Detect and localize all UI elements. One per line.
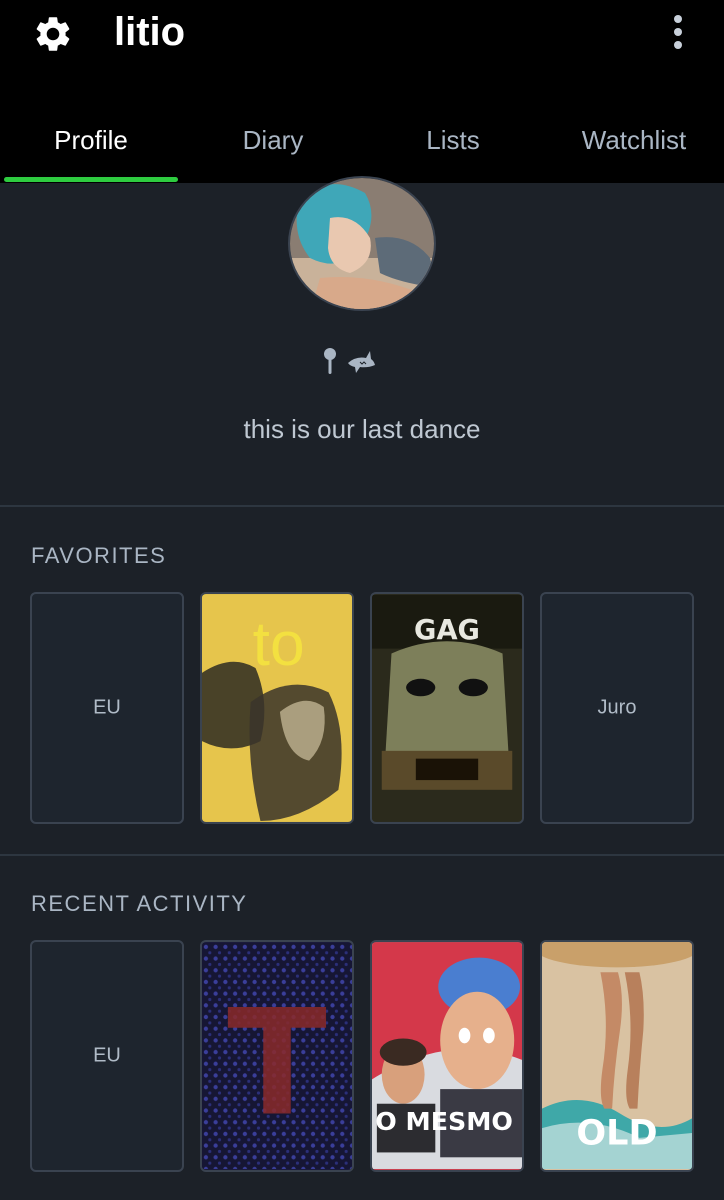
shark-icon (348, 351, 375, 373)
poster-art: T (202, 943, 352, 1169)
poster-text: OLD (576, 1113, 657, 1154)
recent-poster-t[interactable]: T (200, 940, 354, 1172)
poster-art: O MESMO (372, 943, 522, 1169)
recent-poster-o-mesmo[interactable]: O MESMO (370, 940, 524, 1172)
recent-activity-title: RECENT ACTIVITY (31, 891, 248, 916)
more-vert-icon[interactable] (666, 14, 690, 50)
poster-text: O MESMO (375, 1106, 513, 1136)
avatar[interactable] (288, 176, 436, 311)
poster-text: to (253, 610, 305, 679)
section-divider (0, 505, 724, 507)
poster-title: EU (93, 1044, 121, 1067)
tab-watchlist[interactable]: Watchlist (548, 120, 720, 160)
profile-bio: this is our last dance (243, 414, 481, 444)
favorite-poster-eu[interactable]: EU (30, 592, 184, 824)
app-title: litio (114, 10, 186, 54)
poster-text: T (227, 978, 327, 1148)
top-app-bar: litio Profile Diary Lists Watchlist (0, 0, 724, 183)
poster-art: to (202, 595, 352, 821)
gear-icon[interactable] (32, 13, 74, 55)
active-tab-indicator (4, 177, 178, 182)
favorites-title: FAVORITES (31, 543, 167, 568)
recent-poster-eu[interactable]: EU (30, 940, 184, 1172)
poster-art: OLD (542, 942, 692, 1169)
poster-title: Juro (597, 696, 637, 719)
recent-poster-old[interactable]: OLD (540, 940, 694, 1172)
favorite-poster-gag[interactable]: GAG (370, 592, 524, 824)
tab-diary[interactable]: Diary (186, 120, 360, 160)
tab-profile[interactable]: Profile (4, 120, 178, 160)
favorite-poster-to[interactable]: to (200, 592, 354, 824)
tab-lists[interactable]: Lists (366, 120, 540, 160)
poster-title: EU (93, 696, 121, 719)
location-pin-icon (324, 348, 336, 374)
favorite-poster-juro[interactable]: Juro (540, 592, 694, 824)
section-divider (0, 854, 724, 856)
poster-text: GAG (414, 615, 480, 646)
poster-art: GAG (372, 595, 522, 821)
